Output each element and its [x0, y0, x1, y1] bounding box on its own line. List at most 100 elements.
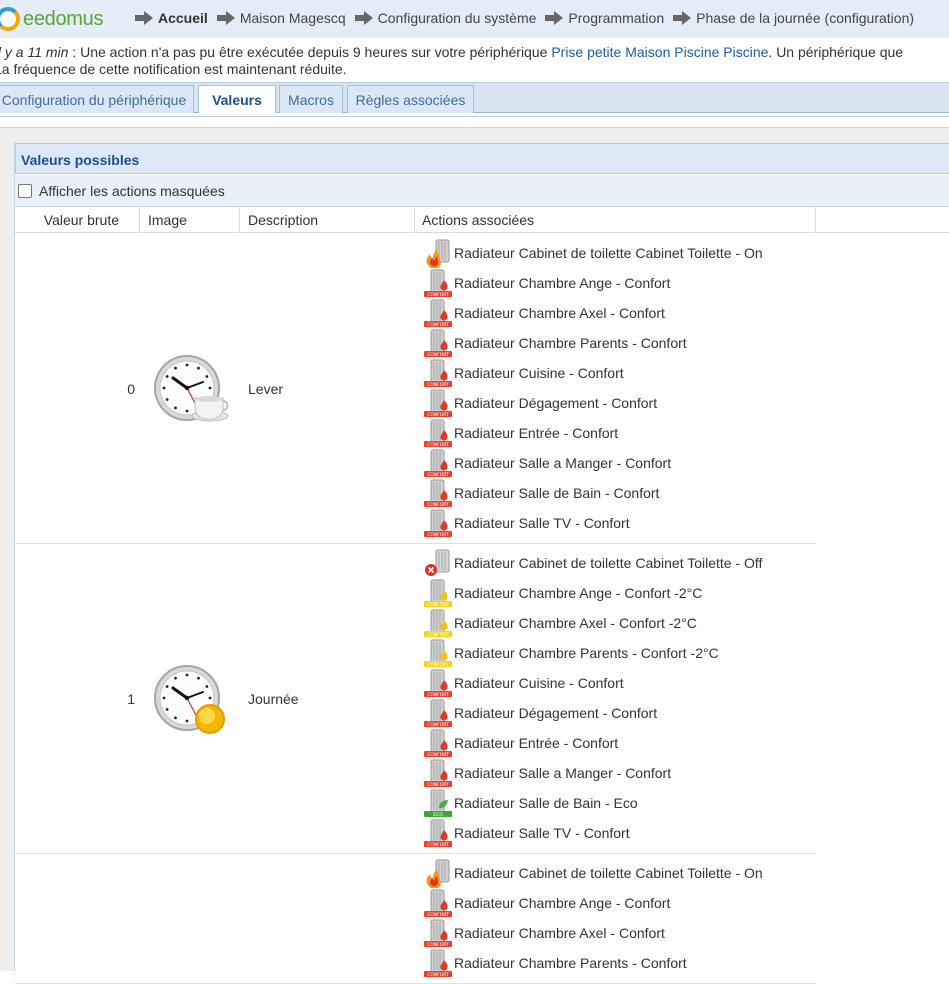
value-description: Lever [248, 381, 284, 397]
clock-coffee-icon [153, 354, 229, 424]
notification-text-end: . Un périphérique que [768, 44, 904, 60]
action-label: Radiateur Cabinet de toilette Cabinet To… [454, 865, 763, 881]
radiator-confort-icon: CONFORT [423, 328, 453, 358]
action-label: Radiateur Chambre Parents - Confort -2°C [454, 645, 719, 661]
radiator-confort-icon: CONFORT [423, 448, 453, 478]
breadcrumb-phase[interactable]: Phase de la journée (configuration) [672, 10, 914, 26]
breadcrumb: Accueil Maison Magescq Configuration du … [134, 10, 922, 26]
associated-action[interactable]: CONFORT Radiateur Entrée - Confort [423, 728, 813, 758]
action-label: Radiateur Dégagement - Confort [454, 395, 658, 411]
show-hidden-actions-row[interactable]: Afficher les actions masquées [15, 175, 949, 207]
table-row: 1 Journée Radiateur Cabinet de toilette C… [15, 544, 816, 854]
table-header: Valeur brute Image Description Actions a… [15, 207, 949, 233]
action-label: Radiateur Salle a Manger - Confort [454, 765, 672, 781]
table-row: 0 Lever Radiateur Cabinet de toilette Cab… [15, 234, 816, 544]
associated-action[interactable]: CONFORT Radiateur Cuisine - Confort [423, 358, 813, 388]
eedomus-logo[interactable]: eedomus [0, 4, 103, 34]
radiator-confort-icon: CONFORT [423, 698, 453, 728]
radiator-confort-icon: CONFORT [423, 728, 453, 758]
tab-configuration[interactable]: Configuration du périphérique [0, 85, 194, 114]
notification-device-link[interactable]: Prise petite Maison Piscine Piscine [551, 44, 768, 60]
action-label: Radiateur Entrée - Confort [454, 425, 619, 441]
associated-action[interactable]: CONFORT Radiateur Salle a Manger - Confor… [423, 758, 813, 788]
radiator-confort-icon: CONFORT [423, 758, 453, 788]
top-bar: eedomus Accueil Maison Magescq Configura… [0, 0, 949, 38]
action-label: Radiateur Chambre Ange - Confort -2°C [454, 585, 703, 601]
arrow-right-icon [545, 11, 564, 25]
associated-action[interactable]: Radiateur Cabinet de toilette Cabinet To… [423, 548, 813, 578]
radiator-confort-icon: CONFORT [423, 508, 453, 538]
raw-value: 0 [127, 381, 135, 397]
associated-action[interactable]: CONFORT Radiateur Salle de Bain - Confort [423, 478, 813, 508]
action-label: Radiateur Chambre Parents - Confort [454, 955, 687, 971]
notification-line-2: La fréquence de cette notification est m… [0, 61, 347, 77]
logo-ring-icon [0, 7, 20, 31]
associated-action[interactable]: Radiateur Cabinet de toilette Cabinet To… [423, 858, 813, 890]
associated-action[interactable]: ECO Radiateur Salle de Bain - Eco [423, 788, 813, 818]
tab-regles[interactable]: Règles associées [347, 85, 474, 114]
action-label: Radiateur Cabinet de toilette Cabinet To… [454, 245, 763, 261]
action-label: Radiateur Chambre Parents - Confort [454, 335, 687, 351]
radiator-confort-icon: CONFORT [423, 948, 453, 978]
notification-time: Il y a 11 min [0, 44, 69, 60]
radiator-off-icon [423, 548, 453, 578]
clock-sun-icon [153, 664, 229, 734]
associated-action[interactable]: CONFORT Radiateur Chambre Axel - Confort [423, 918, 813, 948]
action-label: Radiateur Salle TV - Confort [454, 825, 630, 841]
associated-action[interactable]: CONFORT Radiateur Salle a Manger - Confor… [423, 448, 813, 478]
action-label: Radiateur Dégagement - Confort [454, 705, 658, 721]
associated-action[interactable]: CONFORT Radiateur Entrée - Confort [423, 418, 813, 448]
radiator-eco-icon: ECO [423, 788, 453, 818]
radiator-confort-icon: CONFORT [423, 418, 453, 448]
action-label: Radiateur Cabinet de toilette Cabinet To… [454, 555, 763, 571]
radiator-confort-minus-icon: CONFORT [423, 578, 453, 608]
logo-text: eedomus [23, 7, 104, 30]
associated-action[interactable]: CONFORT Radiateur Chambre Parents - Confo… [423, 948, 813, 978]
action-label: Radiateur Chambre Axel - Confort [454, 925, 665, 941]
associated-action[interactable]: CONFORT Radiateur Chambre Axel - Confort … [423, 608, 813, 638]
action-label: Radiateur Chambre Axel - Confort [454, 305, 665, 321]
breadcrumb-maison[interactable]: Maison Magescq [216, 10, 346, 26]
radiator-confort-minus-icon: CONFORT [423, 638, 453, 668]
action-label: Radiateur Cuisine - Confort [454, 675, 624, 691]
radiator-confort-icon: CONFORT [423, 818, 453, 848]
notification-text: : Une action n'a pas pu être exécutée de… [68, 44, 552, 60]
action-label: Radiateur Salle TV - Confort [454, 515, 630, 531]
associated-action[interactable]: CONFORT Radiateur Dégagement - Confort [423, 698, 813, 728]
breadcrumb-programmation[interactable]: Programmation [544, 10, 664, 26]
column-header-actions: Actions associées [415, 207, 816, 233]
associated-action[interactable]: CONFORT Radiateur Salle TV - Confort [423, 508, 813, 538]
svg-text:CONFORT: CONFORT [427, 532, 449, 538]
associated-action[interactable]: CONFORT Radiateur Salle TV - Confort [423, 818, 813, 848]
breadcrumb-configuration[interactable]: Configuration du système [354, 10, 536, 26]
tab-underline [0, 113, 949, 117]
table-row: Radiateur Cabinet de toilette Cabinet To… [15, 854, 816, 984]
value-description: Journée [248, 691, 299, 707]
panel-title: Valeurs possibles [15, 143, 949, 174]
action-label: Radiateur Entrée - Confort [454, 735, 619, 751]
svg-text:CONFORT: CONFORT [427, 972, 449, 978]
tab-valeurs[interactable]: Valeurs [198, 85, 276, 115]
tab-macros[interactable]: Macros [279, 85, 343, 114]
associated-action[interactable]: CONFORT Radiateur Dégagement - Confort [423, 388, 813, 418]
column-header-valeur-brute: Valeur brute [15, 207, 140, 233]
radiator-confort-icon: CONFORT [423, 298, 453, 328]
show-hidden-actions-label: Afficher les actions masquées [39, 182, 225, 199]
associated-action[interactable]: Radiateur Cabinet de toilette Cabinet To… [423, 238, 813, 270]
associated-action[interactable]: CONFORT Radiateur Chambre Axel - Confort [423, 298, 813, 328]
values-panel: Valeurs possibles Afficher les actions m… [14, 143, 949, 984]
radiator-fire-on-icon [423, 238, 453, 270]
associated-action[interactable]: CONFORT Radiateur Chambre Ange - Confort [423, 268, 813, 298]
show-hidden-actions-checkbox[interactable] [18, 183, 32, 198]
radiator-confort-icon: CONFORT [423, 478, 453, 508]
associated-action[interactable]: CONFORT Radiateur Chambre Parents - Confo… [423, 638, 813, 668]
action-label: Radiateur Salle a Manger - Confort [454, 455, 672, 471]
associated-action[interactable]: CONFORT Radiateur Chambre Ange - Confort … [423, 578, 813, 608]
breadcrumb-accueil[interactable]: Accueil [134, 10, 208, 26]
associated-action[interactable]: CONFORT Radiateur Chambre Parents - Confo… [423, 328, 813, 358]
action-label: Radiateur Salle de Bain - Eco [454, 795, 638, 811]
arrow-right-icon [673, 11, 692, 25]
associated-action[interactable]: CONFORT Radiateur Cuisine - Confort [423, 668, 813, 698]
action-label: Radiateur Salle de Bain - Confort [454, 485, 660, 501]
associated-action[interactable]: CONFORT Radiateur Chambre Ange - Confort [423, 888, 813, 918]
